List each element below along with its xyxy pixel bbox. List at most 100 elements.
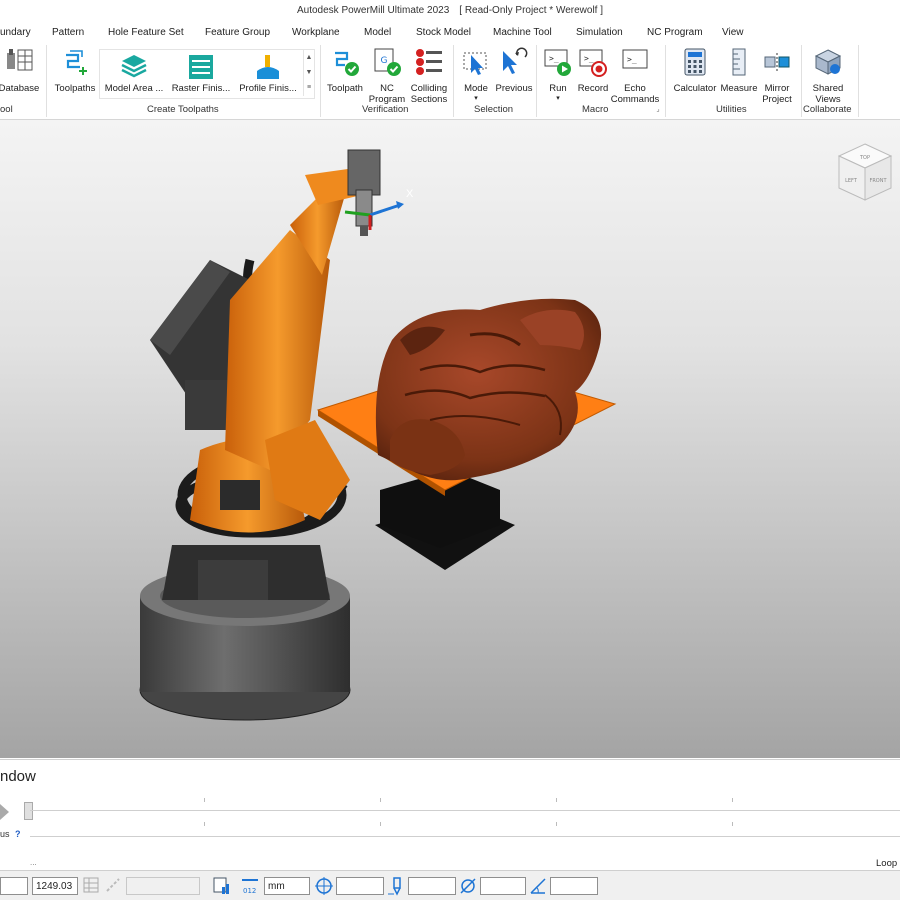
- timeline-track[interactable]: [30, 810, 900, 811]
- group-label-create-toolpaths: Create Toolpaths: [147, 104, 219, 115]
- tab-workplane[interactable]: Workplane: [292, 24, 340, 42]
- chevron-down-icon: ▾: [556, 95, 560, 102]
- view-cube[interactable]: TOP LEFT FRONT: [836, 142, 894, 204]
- diameter-icon[interactable]: [458, 876, 478, 896]
- axis-x-label: X: [406, 188, 414, 200]
- toolpath-verify-button[interactable]: Toolpath: [327, 47, 363, 99]
- tab-hole-feature-set[interactable]: Hole Feature Set: [108, 24, 184, 42]
- angle-icon[interactable]: [528, 876, 548, 896]
- timeline-tick: [204, 798, 205, 802]
- play-icon[interactable]: [0, 804, 9, 820]
- shared-views-button[interactable]: Shared Views: [813, 47, 843, 105]
- echo-commands-icon: >_: [622, 49, 648, 69]
- status-tick: [380, 822, 381, 826]
- macro-dialog-launcher-icon[interactable]: ⌟: [654, 105, 662, 115]
- calculator-button[interactable]: Calculator: [674, 47, 716, 99]
- simulation-window: ndow us ? ... Loop: [0, 759, 900, 871]
- raster-icon: [189, 55, 213, 79]
- echo-commands-button[interactable]: >_ Echo Commands: [611, 47, 659, 105]
- units-select[interactable]: mm: [264, 877, 310, 895]
- tab-machine-tool[interactable]: Machine Tool: [493, 24, 552, 42]
- status-tick: [732, 822, 733, 826]
- units-ruler-icon[interactable]: 012: [240, 876, 260, 896]
- grid-icon[interactable]: [82, 876, 102, 896]
- simulation-status-label: us ?: [0, 829, 21, 839]
- status-label-text: us: [0, 829, 10, 839]
- view-cube-front[interactable]: FRONT: [869, 178, 887, 184]
- timeline-slider-handle[interactable]: [24, 802, 33, 820]
- colliding-sections-button[interactable]: Colliding Sections: [411, 47, 447, 105]
- shared-views-icon: [814, 49, 842, 75]
- tab-feature-group[interactable]: Feature Group: [205, 24, 270, 42]
- tab-model[interactable]: Model: [364, 24, 391, 42]
- timeline-tick: [380, 798, 381, 802]
- calculator-icon: [684, 48, 706, 76]
- tab-boundary[interactable]: undary: [0, 24, 31, 42]
- record-macro-icon: >_: [579, 49, 607, 77]
- status-tick: [204, 822, 205, 826]
- status-field-c[interactable]: [480, 877, 526, 895]
- raster-finishing-label: Raster Finis...: [171, 83, 231, 94]
- workplane-origin-icon[interactable]: [314, 876, 334, 896]
- status-coordinate-field[interactable]: 1249.03: [32, 877, 78, 895]
- svg-text:G: G: [381, 56, 388, 66]
- model-area-label: Model Area ...: [104, 83, 164, 94]
- toolpath-check-icon: [335, 51, 359, 76]
- status-field-disabled: [126, 877, 200, 895]
- expand-icon[interactable]: ≡: [304, 80, 314, 95]
- ribbon-tabs: undary Pattern Hole Feature Set Feature …: [0, 24, 900, 42]
- status-field-1[interactable]: [0, 877, 28, 895]
- view-cube-top[interactable]: TOP: [859, 155, 870, 161]
- raster-finishing-button[interactable]: Raster Finis...: [170, 50, 232, 96]
- help-icon[interactable]: ?: [15, 829, 21, 839]
- model-area-clearance-button[interactable]: Model Area ...: [105, 50, 163, 96]
- previous-selection-icon: [503, 47, 528, 74]
- status-bar: 1249.03 012 mm: [0, 870, 900, 900]
- chevron-down-icon[interactable]: ▼: [304, 65, 314, 80]
- title-bar: Autodesk PowerMill Ultimate 2023 [ Read-O…: [0, 0, 900, 22]
- app-title: Autodesk PowerMill Ultimate 2023: [296, 5, 450, 16]
- status-field-d[interactable]: [550, 877, 598, 895]
- run-macro-icon: >_: [544, 49, 571, 76]
- group-divider: [320, 45, 321, 117]
- more-indicator: ...: [30, 858, 37, 867]
- tab-stock-model[interactable]: Stock Model: [416, 24, 471, 42]
- werewolf-workpiece: [375, 298, 602, 481]
- database-button[interactable]: Database: [0, 47, 39, 99]
- gallery-scroll[interactable]: ▲ ▼ ≡: [303, 50, 314, 96]
- nc-program-verify-button[interactable]: G NC Program: [369, 47, 405, 105]
- robot-cell-scene: [139, 149, 617, 721]
- group-label-tool: ool: [0, 104, 13, 115]
- tab-nc-program[interactable]: NC Program: [647, 24, 703, 42]
- group-label-macro: Macro: [582, 104, 609, 115]
- profile-finishing-label: Profile Finis...: [239, 83, 297, 94]
- profile-finishing-button[interactable]: Profile Finis...: [238, 50, 298, 96]
- chevron-up-icon[interactable]: ▲: [304, 50, 314, 65]
- tab-pattern[interactable]: Pattern: [52, 24, 84, 42]
- nc-program-check-icon: G: [374, 48, 401, 76]
- mirror-project-icon: [764, 53, 790, 71]
- previous-selection-button[interactable]: Previous: [496, 47, 532, 99]
- snap-icon[interactable]: [104, 876, 124, 896]
- group-label-utilities: Utilities: [716, 104, 747, 115]
- robot-spindle: [347, 149, 381, 236]
- tool-tip-icon[interactable]: [386, 876, 406, 896]
- status-field-a[interactable]: [336, 877, 384, 895]
- tab-simulation[interactable]: Simulation: [576, 24, 623, 42]
- group-divider: [665, 45, 666, 117]
- tab-view[interactable]: View: [722, 24, 744, 42]
- graphics-viewport[interactable]: X TOP LEFT FRONT: [0, 120, 900, 758]
- loop-toggle[interactable]: Loop: [876, 858, 897, 869]
- group-label-selection: Selection: [474, 104, 514, 115]
- group-label-collaborate: Collaborate: [803, 104, 852, 115]
- record-macro-button[interactable]: >_ Record: [578, 47, 608, 99]
- mirror-project-button[interactable]: Mirror Project: [762, 47, 792, 105]
- profile-icon: [257, 55, 279, 79]
- status-field-b[interactable]: [408, 877, 456, 895]
- toolpaths-button[interactable]: Toolpaths: [55, 47, 95, 99]
- toolpath-stats-icon[interactable]: [212, 876, 232, 896]
- group-divider: [536, 45, 537, 117]
- view-cube-left[interactable]: LEFT: [845, 178, 858, 184]
- toolpaths-label: Toolpaths: [54, 83, 96, 94]
- timeline-tick: [556, 798, 557, 802]
